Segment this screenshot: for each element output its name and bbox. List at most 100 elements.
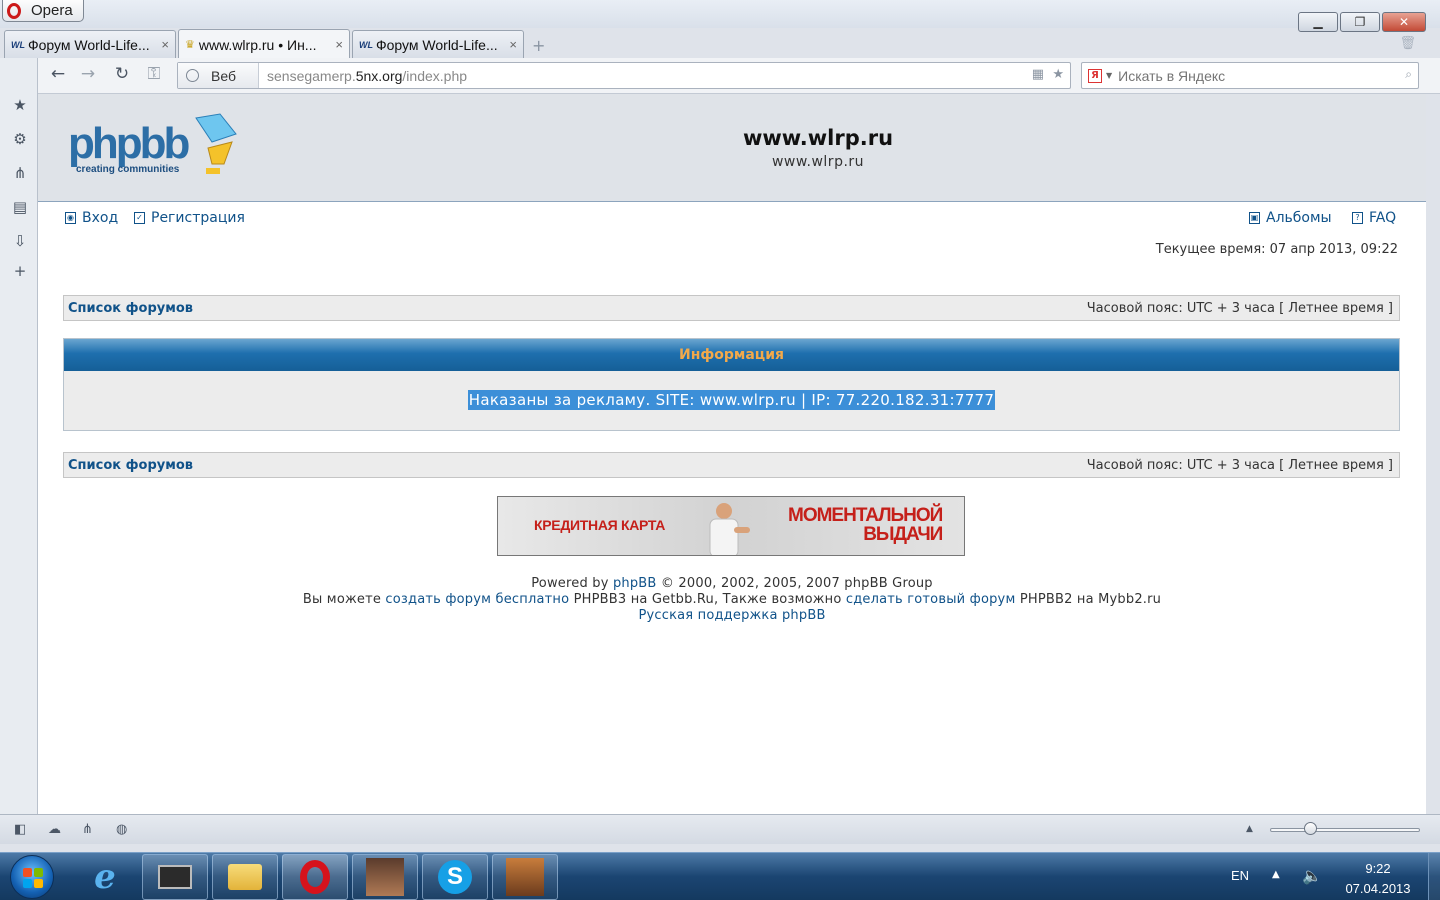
tab-title: www.wlrp.ru • Ин... bbox=[198, 36, 317, 53]
site-info-badge[interactable]: Веб bbox=[178, 63, 259, 88]
browser-window: Opera ▁ ❐ ✕ WL Форум World-Life... × ♛ w… bbox=[0, 0, 1440, 852]
phpbb-logo[interactable]: phpbb creating communities bbox=[66, 112, 246, 186]
faq-label: FAQ bbox=[1369, 210, 1397, 226]
restore-icon: ❐ bbox=[1354, 15, 1366, 29]
opera-taskbar-button[interactable] bbox=[282, 854, 348, 900]
opera-menu-button[interactable]: Opera bbox=[2, 0, 84, 22]
url-text[interactable]: sensegamerp.5nx.org/index.php bbox=[259, 68, 467, 84]
avatar-2-icon bbox=[506, 858, 544, 896]
footer-support-line: Русская поддержка phpBB bbox=[38, 608, 1426, 624]
register-icon: ✓ bbox=[134, 212, 145, 224]
url-domain: 5nx.org bbox=[355, 67, 403, 84]
tray-clock[interactable]: 9:22 07.04.2013 bbox=[1340, 859, 1416, 899]
search-bar[interactable]: Я ▼ ⌕ bbox=[1081, 62, 1419, 89]
forum-index-link[interactable]: Список форумов bbox=[68, 301, 193, 316]
tab-favicon-icon: ♛ bbox=[185, 39, 195, 51]
advertisement-banner[interactable]: КРЕДИТНАЯ КАРТА МОМЕНТАЛЬНОЙ ВЫДАЧИ bbox=[497, 496, 965, 556]
volume-icon[interactable]: 🔈 bbox=[1302, 866, 1322, 885]
tab-close-icon[interactable]: × bbox=[503, 37, 517, 52]
ready-forum-link[interactable]: сделать готовый форум bbox=[846, 592, 1016, 607]
notes-icon[interactable]: ▤ bbox=[11, 198, 29, 216]
add-panel-plus-icon[interactable]: + bbox=[11, 262, 29, 280]
russian-support-link[interactable]: Русская поддержка phpBB bbox=[638, 608, 825, 623]
clock-date: 07.04.2013 bbox=[1345, 881, 1411, 896]
opera-logo-icon bbox=[7, 2, 21, 19]
tab-close-icon[interactable]: × bbox=[329, 37, 343, 52]
search-input[interactable] bbox=[1118, 67, 1389, 84]
skype-button[interactable]: S bbox=[422, 854, 488, 900]
tab-forum-world-life-1[interactable]: WL Форум World-Life... × bbox=[4, 30, 176, 58]
banner-left-text: КРЕДИТНАЯ КАРТА bbox=[534, 517, 666, 533]
downloads-icon[interactable]: ⇩ bbox=[11, 232, 29, 250]
url-prefix: sensegamerp. bbox=[267, 67, 356, 84]
information-panel: Информация Наказаны за рекламу. SITE: ww… bbox=[63, 338, 1400, 431]
search-icon[interactable]: ⌕ bbox=[1405, 67, 1412, 82]
clock-time: 9:22 bbox=[1365, 861, 1391, 876]
logo-tagline: creating communities bbox=[76, 164, 180, 175]
forum-header: phpbb creating communities www.wlrp.ru w… bbox=[38, 94, 1426, 202]
yandex-icon[interactable]: Я bbox=[1088, 68, 1102, 83]
panel-toggle-icon[interactable]: ◧ bbox=[14, 822, 26, 837]
wand-key-icon[interactable]: ⚿ bbox=[142, 64, 166, 84]
albums-icon: ▣ bbox=[1249, 212, 1260, 224]
tab-wlrp-active[interactable]: ♛ www.wlrp.ru • Ин... × bbox=[178, 29, 350, 59]
site-title: www.wlrp.ru bbox=[742, 126, 894, 150]
tab-forum-world-life-2[interactable]: WL Форум World-Life... × bbox=[352, 30, 524, 58]
reload-icon[interactable]: ↻ bbox=[110, 64, 134, 84]
internet-explorer-button[interactable]: e bbox=[72, 854, 138, 900]
media-player-button[interactable] bbox=[142, 854, 208, 900]
information-heading: Информация bbox=[64, 339, 1399, 371]
closed-tabs-trash-icon[interactable]: 🗑 bbox=[1399, 36, 1416, 51]
bookmarks-star-icon[interactable]: ★ bbox=[11, 96, 29, 114]
banner-right-text: МОМЕНТАЛЬНОЙ ВЫДАЧИ bbox=[788, 505, 943, 545]
forward-arrow-icon[interactable]: → bbox=[76, 64, 100, 84]
banner-right-line2: ВЫДАЧИ bbox=[863, 524, 943, 545]
app-avatar-2-button[interactable] bbox=[492, 854, 558, 900]
faq-icon: ? bbox=[1352, 212, 1363, 224]
create-forum-link[interactable]: создать форум бесплатно bbox=[385, 592, 569, 607]
tab-bar: WL Форум World-Life... × ♛ www.wlrp.ru •… bbox=[0, 28, 1440, 59]
link-share-icon[interactable]: ⋔ bbox=[82, 822, 93, 837]
tray-expand-icon[interactable]: ▲ bbox=[1272, 869, 1280, 880]
breadcrumb-bar-top: Список форумов Часовой пояс: UTC + 3 час… bbox=[63, 295, 1400, 321]
settings-gear-icon[interactable]: ⚙ bbox=[11, 130, 29, 148]
avatar-1-icon bbox=[366, 858, 404, 896]
zoom-slider[interactable] bbox=[1270, 828, 1420, 832]
unite-share-icon[interactable]: ⋔ bbox=[11, 164, 29, 182]
folder-icon bbox=[228, 864, 262, 890]
address-bar[interactable]: Веб sensegamerp.5nx.org/index.php ▦ ★ bbox=[177, 62, 1071, 89]
login-link[interactable]: ◉ Вход bbox=[65, 210, 118, 226]
view-up-arrow-icon[interactable]: ▲ bbox=[1246, 824, 1253, 834]
start-button[interactable] bbox=[10, 855, 54, 899]
new-tab-plus-icon[interactable]: + bbox=[532, 36, 545, 55]
albums-link[interactable]: ▣ Альбомы bbox=[1249, 210, 1332, 226]
language-indicator[interactable]: EN bbox=[1231, 868, 1249, 883]
login-label: Вход bbox=[82, 210, 119, 226]
search-engine-dropdown-icon[interactable]: ▼ bbox=[1106, 71, 1112, 80]
phpbb-link[interactable]: phpBB bbox=[613, 576, 657, 591]
app-avatar-1-button[interactable] bbox=[352, 854, 418, 900]
unite-cloud-icon[interactable]: ☁ bbox=[48, 822, 61, 837]
banner-right-line1: МОМЕНТАЛЬНОЙ bbox=[788, 505, 943, 526]
albums-label: Альбомы bbox=[1266, 210, 1332, 226]
internet-explorer-icon: e bbox=[94, 857, 116, 897]
explorer-button[interactable] bbox=[212, 854, 278, 900]
forum-index-link[interactable]: Список форумов bbox=[68, 458, 193, 473]
back-arrow-icon[interactable]: ← bbox=[46, 64, 70, 84]
faq-link[interactable]: ? FAQ bbox=[1352, 210, 1396, 226]
register-link[interactable]: ✓ Регистрация bbox=[134, 210, 245, 226]
windows-logo-icon bbox=[23, 868, 43, 888]
breadcrumb-bar-bottom: Список форумов Часовой пояс: UTC + 3 час… bbox=[63, 452, 1400, 478]
site-description: www.wlrp.ru bbox=[771, 154, 865, 170]
windows-taskbar: e S EN ▲ 🔈 9:22 07.04.2013 bbox=[0, 852, 1440, 900]
zoom-slider-thumb[interactable] bbox=[1304, 822, 1318, 835]
address-bar-icons: ▦ ★ bbox=[1032, 67, 1064, 82]
tab-close-icon[interactable]: × bbox=[155, 37, 169, 52]
page-footer: Powered by phpBB © 2000, 2002, 2005, 200… bbox=[38, 576, 1426, 624]
show-desktop-button[interactable] bbox=[1428, 853, 1440, 900]
rss-feed-icon[interactable]: ▦ bbox=[1032, 67, 1044, 82]
login-icon: ◉ bbox=[65, 212, 76, 224]
footer-text: Powered by bbox=[531, 576, 609, 591]
bookmark-star-icon[interactable]: ★ bbox=[1052, 67, 1064, 82]
turbo-icon[interactable]: ◍ bbox=[116, 822, 127, 837]
